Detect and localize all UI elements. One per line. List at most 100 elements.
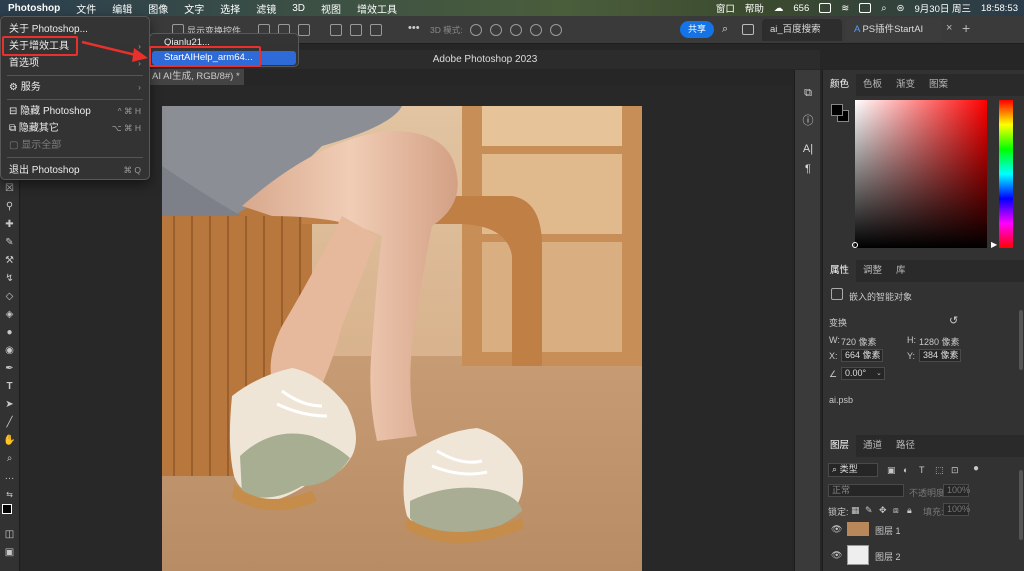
quick-mask-icon[interactable]: ◫ [3,528,16,541]
stamp-tool-icon[interactable]: ⚒ [3,254,16,267]
menu-plugins[interactable]: 增效工具 [349,1,405,16]
tab-patterns[interactable]: 图案 [922,74,955,96]
fill-input[interactable]: 100% [943,503,970,516]
browser-tab-startai[interactable]: A PS插件StartAI [846,19,942,41]
search-icon[interactable]: ⌕ [881,3,886,14]
opacity-input[interactable]: 100% [943,484,970,497]
color-field[interactable] [855,100,987,248]
hue-slider[interactable] [999,100,1013,248]
align-middle-icon[interactable] [350,24,362,36]
line-tool-icon[interactable]: ╱ [3,416,16,429]
battery-icon[interactable] [859,3,872,13]
eraser-tool-icon[interactable]: ◇ [3,290,16,303]
color-picker-marker[interactable] [852,242,858,248]
filter-type-icon[interactable]: T [919,465,925,475]
eyedropper-tool-icon[interactable]: ⚲ [3,200,16,213]
visibility-eye-icon[interactable]: 👁︎ [831,524,842,535]
menu-edit[interactable]: 编辑 [104,1,140,16]
filter-smart-icon[interactable]: ⊡ [951,465,959,476]
menu-filter[interactable]: 滤镜 [248,1,284,16]
new-tab-icon[interactable]: + [962,20,970,36]
menu-select[interactable]: 选择 [212,1,248,16]
filter-adjust-icon[interactable]: ◐ [903,465,908,475]
workspace-icon[interactable] [742,24,754,35]
menu-item-hide-photoshop[interactable]: ⊟ 隐藏 Photoshop ^ ⌘ H [1,103,149,120]
spot-heal-tool-icon[interactable]: ✚ [3,218,16,231]
lock-paint-icon[interactable]: ✎ [865,505,873,516]
dodge-tool-icon[interactable]: ◉ [3,344,16,357]
menu-help[interactable]: 帮助 [745,1,764,15]
scale-3d-icon[interactable] [550,24,562,36]
tab-adjustments[interactable]: 调整 [856,260,889,282]
lock-position-icon[interactable]: ✥ [879,505,887,516]
layer-row[interactable]: 👁︎ 图层 2 [823,542,1024,568]
history-brush-icon[interactable]: ↯ [3,272,16,285]
tab-gradients[interactable]: 渐变 [889,74,922,96]
menu-item-hide-others[interactable]: ⧉ 隐藏其它 ⌥ ⌘ H [1,120,149,137]
align-top-icon[interactable] [330,24,342,36]
menu-file[interactable]: 文件 [68,1,104,16]
blur-tool-icon[interactable]: ● [3,326,16,339]
layers-scrollbar[interactable] [1019,470,1023,540]
tab-color[interactable]: 颜色 [823,74,857,96]
height-value[interactable]: 1280 像素 [919,335,960,348]
more-options-icon[interactable]: ••• [408,22,420,34]
menu-item-services[interactable]: ⚙︎ 服务 › [1,79,149,96]
control-center-icon[interactable]: ⊜ [897,3,905,14]
screen-mode-icon[interactable]: ▣ [3,546,16,559]
menu-view[interactable]: 视图 [313,1,349,16]
tab-swatches[interactable]: 色板 [856,74,889,96]
path-select-icon[interactable]: ➤ [3,398,16,411]
blend-mode-select[interactable]: 正常 [828,484,904,497]
weather-icon[interactable]: ☁ [774,3,784,14]
reset-transform-icon[interactable]: ↺ [949,314,958,327]
frame-tool-icon[interactable]: ☒ [3,182,16,195]
filter-pixel-icon[interactable]: ▣ [887,465,896,476]
filter-toggle-icon[interactable]: ● [973,463,979,474]
menu-photoshop[interactable]: Photoshop [0,3,68,14]
hand-tool-icon[interactable]: ✋ [3,434,16,447]
tab-channels[interactable]: 通道 [856,435,889,457]
x-input[interactable]: 664 像素 [841,349,883,362]
align-right-icon[interactable] [298,24,310,36]
lock-pixels-icon[interactable]: ▦ [851,505,860,516]
tab-libraries[interactable]: 库 [889,260,913,282]
document-tab[interactable]: AI AI生成, RGB/8#) * [150,69,244,85]
search-icon[interactable]: ⌕ [722,23,728,36]
tab-paths[interactable]: 路径 [889,435,922,457]
display-icon[interactable] [819,3,832,13]
clock-date[interactable]: 9月30日 周三 [915,1,972,15]
menu-type[interactable]: 文字 [176,1,212,16]
share-button[interactable]: 共享 [680,21,714,38]
y-input[interactable]: 384 像素 [919,349,961,362]
zoom-tool-icon[interactable]: ⌕ [3,452,16,465]
close-tab-icon[interactable]: × [946,22,952,34]
hue-slider-handle-icon[interactable]: ▶ [991,240,997,249]
layer-name[interactable]: 图层 1 [875,524,901,537]
wifi-icon[interactable]: ≋ [841,3,849,14]
foreground-color-swatch[interactable] [2,504,12,514]
layer-row[interactable]: 👁︎ 图层 1 [823,518,1024,542]
properties-scrollbar[interactable] [1019,310,1023,370]
menu-image[interactable]: 图像 [140,1,176,16]
clock-time[interactable]: 18:58:53 [981,3,1018,14]
document-canvas-image[interactable] [162,106,642,571]
menu-window[interactable]: 窗口 [716,1,735,15]
pen-tool-icon[interactable]: ✒ [3,362,16,375]
filter-shape-icon[interactable]: ⬚ [935,465,944,476]
paint-bucket-icon[interactable]: ◈ [3,308,16,321]
brush-tool-icon[interactable]: ✎ [3,236,16,249]
layer-name[interactable]: 图层 2 [875,550,901,563]
character-panel-icon[interactable]: A| [801,142,815,156]
orbit-3d-icon[interactable] [470,24,482,36]
browser-tab-baidu[interactable]: ai_百度搜索 [762,19,842,41]
layer-filter-select[interactable]: ⌕ 类型 [828,463,878,477]
visibility-eye-icon[interactable]: 👁︎ [831,550,842,561]
lock-all-icon[interactable]: 🔒︎ [907,505,912,516]
menu-3d[interactable]: 3D [284,3,313,14]
fg-color-chip[interactable] [831,104,843,116]
info-panel-icon[interactable]: ⓘ [801,114,815,128]
swap-colors-icon[interactable]: ⇆ [3,488,16,501]
paragraph-panel-icon[interactable]: ¶ [801,162,815,176]
width-value[interactable]: 720 像素 [841,335,877,348]
